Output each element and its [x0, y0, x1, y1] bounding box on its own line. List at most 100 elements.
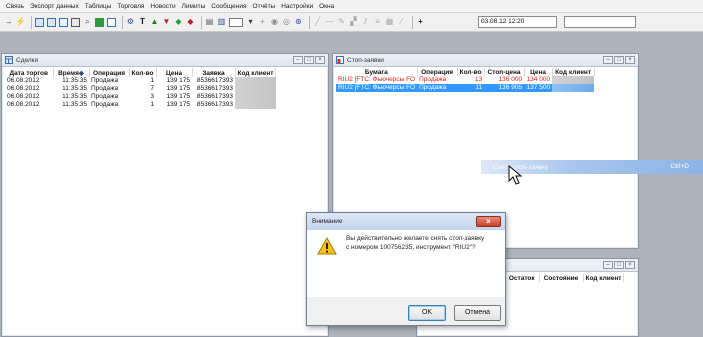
cell-price: 134 000: [526, 76, 551, 83]
col-trade-date[interactable]: Дата торгов: [5, 68, 54, 77]
grid-icon[interactable]: ▦: [385, 18, 394, 27]
line-icon[interactable]: ╱: [313, 18, 322, 27]
table-grid-icon[interactable]: [59, 17, 68, 27]
col-price[interactable]: Цена: [156, 68, 193, 77]
dialog-title: Внимание: [312, 218, 343, 225]
menu-item-reports[interactable]: Отчёты: [253, 3, 276, 10]
confirm-dialog: Внимание × Вы действительно желаете снят…: [306, 212, 506, 326]
menu-item-export[interactable]: Экспорт данных: [30, 3, 79, 10]
col-time[interactable]: Время◆: [53, 68, 90, 77]
cancel-button[interactable]: Отмена: [454, 305, 501, 321]
menu-item-limits[interactable]: Лимиты: [182, 3, 206, 10]
col-price[interactable]: Цена: [524, 68, 553, 76]
dialog-titlebar[interactable]: Внимание ×: [307, 213, 505, 230]
col-client-code[interactable]: Код клиент: [235, 68, 277, 77]
info-icon[interactable]: ⊛: [294, 18, 303, 27]
menu-item-news[interactable]: Новости: [150, 3, 175, 10]
deals-window-title: Сделки: [16, 56, 39, 64]
cell-price: 139 175: [166, 101, 191, 108]
add-icon[interactable]: +: [416, 18, 425, 27]
table-row[interactable]: 06.08.2012 11:35:35 Продажа 1 139 175 85…: [5, 77, 276, 85]
col-operation[interactable]: Операция: [89, 68, 130, 77]
toolbar-input[interactable]: [564, 16, 636, 28]
table-row-selected[interactable]: RIU2 [FTC: Фьючерсы FO Продажа 11 136 90…: [336, 84, 595, 92]
orders-icon[interactable]: ◆: [186, 18, 195, 27]
buy-icon[interactable]: ▲: [150, 18, 159, 27]
zoom-icon[interactable]: [229, 17, 243, 27]
table-row[interactable]: 06.08.2012 11:35:35 Продажа 3 139 175 85…: [5, 93, 276, 101]
text-icon[interactable]: T: [138, 18, 147, 27]
menu-item-windows[interactable]: Окна: [319, 3, 334, 10]
col-status[interactable]: Состояние: [539, 274, 584, 282]
filter-icon[interactable]: [107, 17, 116, 27]
table-row[interactable]: RIU2 [FTC: Фьючерсы FO Продажа 13 136 00…: [336, 76, 595, 84]
menu-item-tables[interactable]: Таблицы: [85, 3, 112, 10]
connect-icon[interactable]: →: [4, 18, 13, 27]
col-quantity[interactable]: Кол-во: [457, 68, 485, 76]
col-operation[interactable]: Операция: [417, 68, 458, 76]
search-icon[interactable]: ⌕: [83, 18, 92, 27]
minimize-icon[interactable]: –: [603, 56, 613, 64]
hline-icon[interactable]: —: [325, 18, 334, 27]
zoom-out-icon[interactable]: ◉: [270, 18, 279, 27]
close-icon[interactable]: ×: [315, 56, 325, 64]
col-security[interactable]: Бумага: [336, 68, 418, 76]
disconnect-icon[interactable]: ⚡: [16, 18, 26, 27]
channel-icon[interactable]: ⫽: [361, 18, 370, 27]
quotes-icon[interactable]: ◆: [174, 18, 183, 27]
table-row[interactable]: 06.08.2012 11:35:35 Продажа 7 139 175 85…: [5, 85, 276, 93]
quik-terminal: Связь Экспорт данных Таблицы Торговля Но…: [0, 0, 703, 337]
levels-icon[interactable]: ≡: [373, 18, 382, 27]
sell-icon[interactable]: ▼: [162, 18, 171, 27]
col-client-code[interactable]: Код клиент: [552, 68, 595, 76]
menu-item-settings[interactable]: Настройки: [281, 3, 313, 10]
maximize-icon[interactable]: □: [614, 261, 624, 269]
minimize-icon[interactable]: –: [603, 261, 613, 269]
col-remainder[interactable]: Остаток: [505, 274, 540, 282]
pen-icon[interactable]: ⁄: [397, 18, 406, 27]
toolbar-separator: [412, 15, 413, 29]
table-icon[interactable]: [35, 17, 44, 27]
col-stop-price[interactable]: Стоп-цена: [484, 68, 525, 76]
minimize-icon[interactable]: –: [293, 56, 303, 64]
col-client-code[interactable]: Код клиент: [583, 274, 625, 282]
cell-time: 11:35:35: [62, 93, 87, 100]
server-time-field[interactable]: 03.08.12 12:20: [478, 16, 557, 28]
deals-window-titlebar[interactable]: Сделки – □ ×: [2, 54, 328, 67]
maximize-icon[interactable]: □: [304, 56, 314, 64]
close-icon[interactable]: ×: [625, 261, 635, 269]
print-icon[interactable]: [71, 17, 80, 27]
menu-item-connection[interactable]: Связь: [6, 3, 24, 10]
chart-icon[interactable]: ▤: [205, 18, 214, 27]
toolbar-separator: [201, 15, 202, 29]
cell-order: 8536617393: [196, 85, 233, 92]
cell-client-code-redacted: [235, 101, 276, 109]
chart-bars-icon[interactable]: ▥: [217, 18, 226, 27]
draw-icon[interactable]: ✎: [337, 18, 346, 27]
export-icon[interactable]: [95, 17, 104, 27]
fib-icon[interactable]: ▞: [349, 18, 358, 27]
close-icon[interactable]: ×: [625, 56, 635, 64]
table-row[interactable]: 06.08.2012 11:35:35 Продажа 1 139 175 85…: [5, 101, 276, 109]
cell-client-code-redacted: [235, 77, 276, 85]
close-icon[interactable]: ×: [476, 216, 501, 227]
col-order[interactable]: Заявка: [192, 68, 236, 77]
deals-table-header: Дата торгов Время◆ Операция Кол-во Цена …: [5, 68, 277, 77]
sort-arrow-icon: ◆: [78, 70, 84, 77]
maximize-icon[interactable]: □: [614, 56, 624, 64]
ok-button[interactable]: OK: [408, 305, 446, 321]
col-quantity[interactable]: Кол-во: [129, 68, 157, 77]
toolbar-separator: [122, 15, 123, 29]
stop-orders-table: Бумага Операция Кол-во Стоп-цена Цена Ко…: [336, 68, 595, 92]
menu-item-trading[interactable]: Торговля: [117, 3, 144, 10]
target-icon[interactable]: ◎: [282, 18, 291, 27]
table-alt-icon[interactable]: [47, 17, 56, 27]
context-menu-shortcut: Ctrl+D: [670, 163, 689, 170]
menu-bar: Связь Экспорт данных Таблицы Торговля Но…: [0, 0, 703, 13]
zoom-in-icon[interactable]: +: [258, 18, 267, 27]
menu-item-messages[interactable]: Сообщения: [211, 3, 246, 10]
cell-operation: Продажа: [91, 85, 119, 92]
dropdown-icon[interactable]: ▾: [246, 18, 255, 27]
stop-orders-window-titlebar[interactable]: Стоп-заявки – □ ×: [333, 54, 638, 67]
settings-icon[interactable]: ⚙: [126, 18, 135, 27]
